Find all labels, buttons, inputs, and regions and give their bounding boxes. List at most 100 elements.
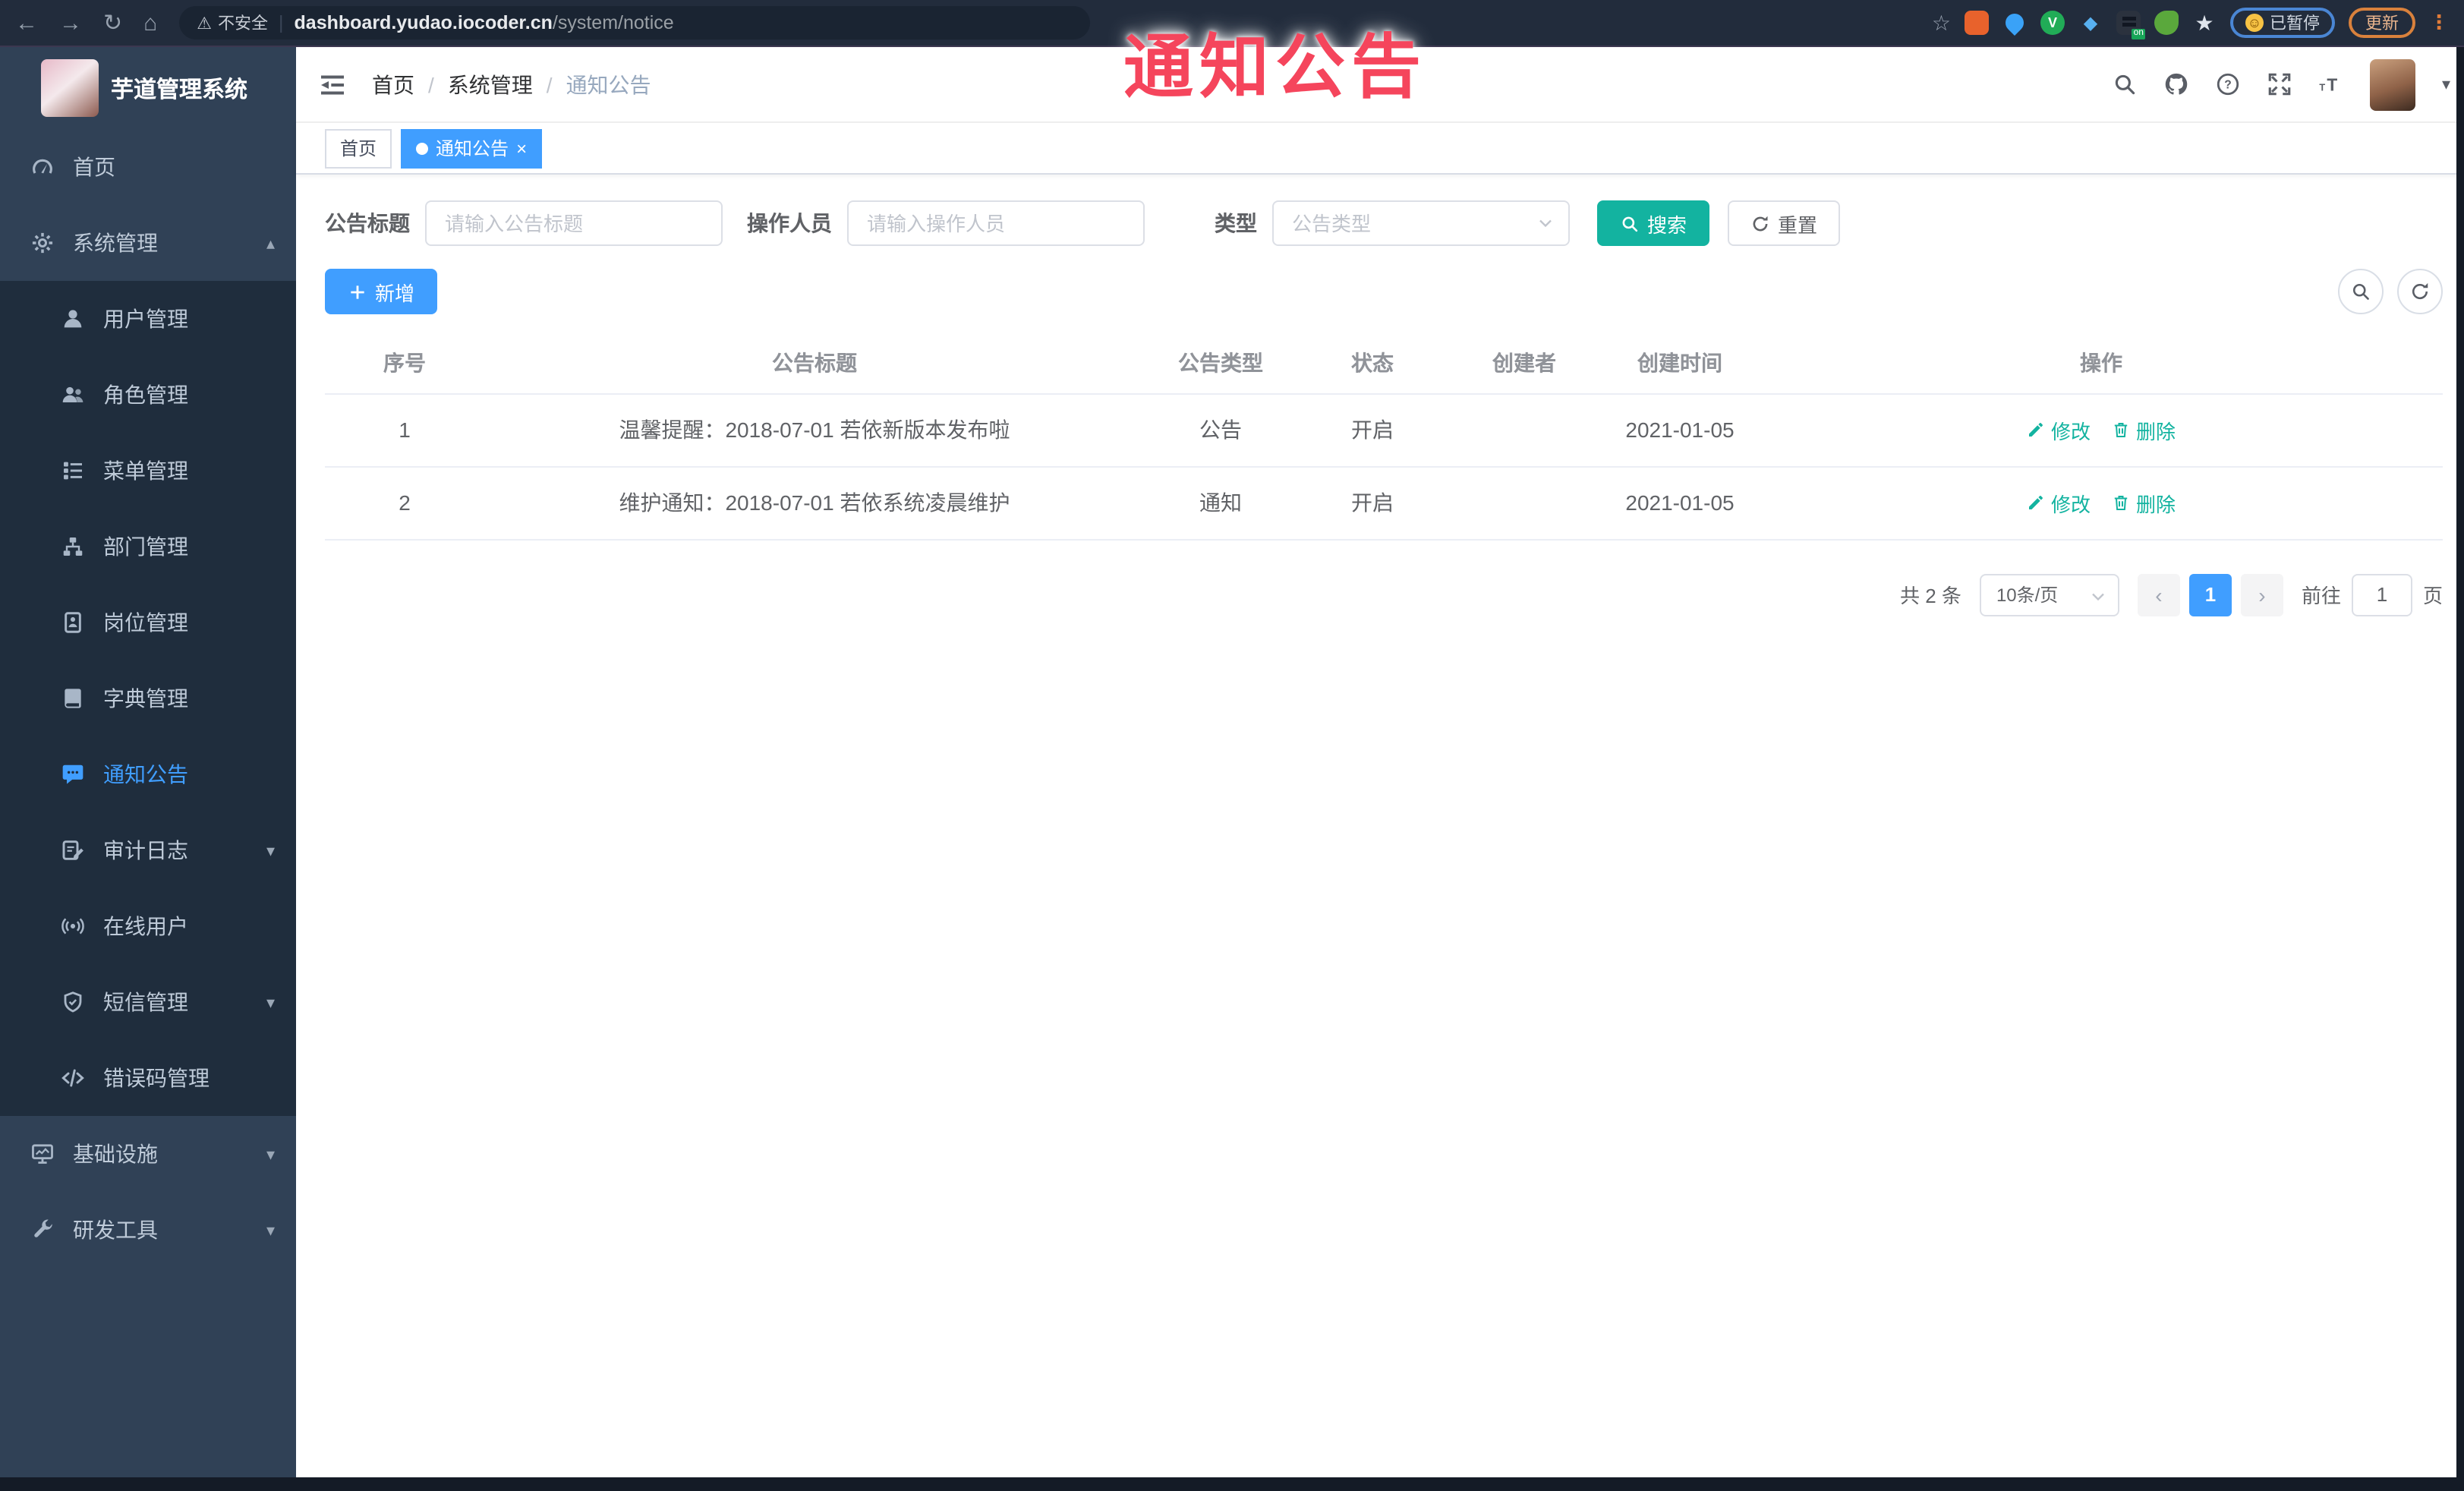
github-icon[interactable] [2164, 71, 2190, 97]
sidebar: 芋道管理系统 首页 系统管理 ▴ 用户管理角色管理菜单管理部门管理 岗位管理 字典管理通知… [0, 47, 296, 1477]
edit-button[interactable]: 修改 [2027, 415, 2091, 444]
code-icon [61, 1066, 85, 1090]
sidebar-item-用户管理[interactable]: 用户管理 [0, 281, 296, 357]
chevron-down-icon [1535, 213, 1556, 234]
sidebar-item-label: 通知公告 [103, 762, 188, 786]
sidebar-item-label: 在线用户 [103, 914, 188, 938]
ext-ghost-icon[interactable]: ★ [2192, 10, 2217, 35]
hamburger-icon[interactable] [317, 69, 348, 99]
ext-green-icon[interactable]: V [2040, 11, 2065, 35]
caret-down-icon: ▾ [266, 994, 275, 1012]
font-size-icon[interactable]: TT [2319, 71, 2345, 97]
update-label: 更新 [2365, 15, 2399, 33]
sidebar-item-系统管理[interactable]: 系统管理 ▴ [0, 205, 296, 281]
cell-create-time: 2021-01-05 [1600, 466, 1760, 540]
sidebar-item-错误码管理[interactable]: 错误码管理 [0, 1040, 296, 1116]
avatar-caret-icon[interactable]: ▾ [2442, 74, 2450, 94]
reload-icon[interactable]: ↻ [103, 11, 122, 34]
sidebar-item-角色管理[interactable]: 角色管理 [0, 357, 296, 433]
tab-通知公告[interactable]: 通知公告 × [401, 128, 543, 168]
menu-list-icon [61, 459, 85, 483]
page-number-1[interactable]: 1 [2188, 573, 2232, 616]
cell-index: 1 [325, 393, 484, 467]
column-header-公告类型: 公告类型 [1145, 333, 1297, 394]
sidebar-item-首页[interactable]: 首页 [0, 129, 296, 205]
fullscreen-icon[interactable] [2267, 71, 2293, 97]
prev-page-button[interactable]: ‹ [2137, 573, 2180, 616]
url-separator: | [279, 12, 284, 33]
sidebar-item-部门管理[interactable]: 部门管理 [0, 509, 296, 585]
sidebar-item-在线用户[interactable]: 在线用户 [0, 888, 296, 964]
caret-down-icon: ▾ [266, 1221, 275, 1240]
app-logo[interactable]: 芋道管理系统 [0, 47, 296, 129]
browser-menu-icon[interactable]: ⋮ [2429, 11, 2449, 35]
column-header-创建时间: 创建时间 [1600, 333, 1760, 394]
help-icon[interactable]: ? [2216, 71, 2242, 97]
online-icon [61, 914, 85, 938]
goto-page-input[interactable] [2351, 573, 2412, 616]
ext-onbadge-icon[interactable]: on [2116, 11, 2145, 39]
search-icon[interactable] [2113, 71, 2138, 97]
column-header-操作: 操作 [1760, 333, 2443, 394]
sidebar-item-label: 审计日志 [103, 838, 188, 862]
sidebar-item-label: 用户管理 [103, 307, 188, 331]
toggle-search-button[interactable] [2338, 269, 2384, 314]
sidebar-item-label: 错误码管理 [103, 1066, 210, 1090]
breadcrumb-item: 通知公告 [566, 72, 651, 96]
notice-table: 序号 公告标题 公告类型 状态 创建者 创建时间 操作 1 温馨提醒：2018-07-01 若… [325, 333, 2443, 540]
browser-update-button[interactable]: 更新 [2349, 8, 2415, 38]
reset-button[interactable]: 重置 [1728, 200, 1841, 246]
refresh-table-button[interactable] [2397, 269, 2443, 314]
ext-gem-icon[interactable]: ◆ [2078, 11, 2103, 35]
sidebar-item-研发工具[interactable]: 研发工具 ▾ [0, 1192, 296, 1268]
profile-paused-badge[interactable]: ☺ 已暂停 [2230, 8, 2335, 38]
ext-orange-icon[interactable] [1965, 11, 1989, 35]
delete-button[interactable]: 删除 [2112, 488, 2176, 517]
edit-button[interactable]: 修改 [2027, 488, 2091, 517]
gear-icon [30, 231, 55, 255]
breadcrumb-item[interactable]: 首页 [372, 69, 414, 99]
sidebar-item-审计日志[interactable]: 审计日志 ▾ [0, 812, 296, 888]
caret-up-icon: ▴ [266, 235, 275, 253]
forward-icon[interactable]: → [59, 11, 82, 34]
devtool-icon [30, 1218, 55, 1242]
ext-pin-icon[interactable] [2002, 10, 2028, 36]
svg-text:T: T [2320, 82, 2326, 93]
table-row: 1 温馨提醒：2018-07-01 若依新版本发布啦 公告 开启 2021-01-05 修… [325, 393, 2443, 467]
add-button[interactable]: 新增 [325, 269, 438, 314]
type-select-input[interactable] [1272, 200, 1570, 246]
next-page-button[interactable]: › [2240, 573, 2283, 616]
search-button[interactable]: 搜索 [1597, 200, 1710, 246]
tab-首页[interactable]: 首页 [325, 128, 392, 168]
search-icon [1620, 213, 1640, 233]
sidebar-item-通知公告[interactable]: 通知公告 [0, 736, 296, 812]
back-icon[interactable]: ← [15, 11, 38, 34]
svg-text:T: T [2327, 75, 2338, 95]
operator-input[interactable] [847, 200, 1145, 246]
sidebar-item-岗位管理[interactable]: 岗位管理 [0, 585, 296, 660]
page-size-select[interactable]: 10条/页 [1979, 573, 2119, 616]
sidebar-item-字典管理[interactable]: 字典管理 [0, 660, 296, 736]
notice-title-input[interactable] [425, 200, 723, 246]
home-icon[interactable]: ⌂ [143, 11, 157, 34]
cell-create-time: 2021-01-05 [1600, 393, 1760, 467]
security-warning[interactable]: ⚠ 不安全 [197, 11, 268, 35]
operator-field [847, 200, 1145, 246]
breadcrumb-item[interactable]: 系统管理 [448, 69, 533, 99]
page-size-value: 10条/页 [1996, 585, 2059, 606]
sidebar-item-基础设施[interactable]: 基础设施 ▾ [0, 1116, 296, 1192]
sidebar-item-短信管理[interactable]: 短信管理 ▾ [0, 964, 296, 1040]
url-text: dashboard.yudao.iocoder.cn/system/notice [295, 12, 674, 33]
cell-type: 通知 [1145, 466, 1297, 540]
tab-label: 首页 [340, 138, 377, 159]
ext-leaf-icon[interactable] [2154, 11, 2179, 35]
bookmark-star-icon[interactable]: ☆ [1932, 10, 1951, 35]
cell-creator [1448, 393, 1600, 467]
sidebar-item-菜单管理[interactable]: 菜单管理 [0, 433, 296, 509]
user-avatar[interactable] [2370, 58, 2416, 110]
sidebar-item-label: 菜单管理 [103, 459, 188, 483]
address-bar[interactable]: ⚠ 不安全 | dashboard.yudao.iocoder.cn/syste… [178, 6, 1090, 39]
delete-button[interactable]: 删除 [2112, 415, 2176, 444]
close-icon[interactable]: × [516, 139, 527, 157]
screen: ← → ↻ ⌂ ⚠ 不安全 | dashboard.yudao.iocoder.… [0, 0, 2464, 1491]
